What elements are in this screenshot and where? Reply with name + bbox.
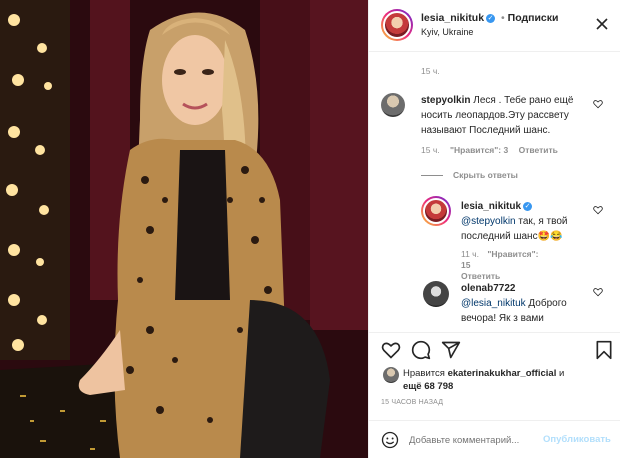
commenter-avatar[interactable]: [381, 93, 405, 117]
action-bar: Нравится ekaterinakukhar_official и ещё …: [369, 332, 620, 427]
author-avatar: [383, 11, 411, 39]
reply-like-icon[interactable]: [593, 205, 603, 215]
comment-text-line3: называют Последний шанс.: [421, 125, 551, 136]
emoji-icon[interactable]: [381, 431, 399, 449]
reply-avatar-ring[interactable]: [421, 196, 451, 226]
reply-text-line2: последний шанс🤩😂: [461, 231, 563, 242]
reply-avatar: [423, 198, 449, 224]
likes-prefix: Нравится: [403, 368, 445, 379]
comment-body: stepyolkin Леся . Тебе рано ещё носить л…: [421, 93, 591, 138]
reply2-username[interactable]: olenab7722: [461, 283, 515, 294]
comment-icon[interactable]: [411, 340, 431, 360]
reply-text-line1: так, я твой: [515, 216, 568, 227]
reply-meta: 11 ч. "Нравится": 15 Ответить: [461, 249, 541, 282]
comments-list: 15 ч. stepyolkin Леся . Тебе рано ещё но…: [369, 53, 620, 330]
author-avatar-ring[interactable]: [381, 9, 413, 41]
reply-reply-button[interactable]: Ответить: [461, 271, 500, 281]
bookmark-icon[interactable]: [595, 340, 613, 360]
heart-icon[interactable]: [381, 340, 401, 360]
reply-time: 11 ч.: [461, 249, 479, 259]
reply2-text-line2: вечора! Як з вами: [461, 313, 544, 324]
comment-input[interactable]: [409, 431, 541, 449]
add-comment-bar: Опубликовать: [369, 420, 620, 458]
comment-text-line1: Леся . Тебе рано ещё: [473, 95, 574, 106]
share-icon[interactable]: [441, 340, 461, 360]
post-location[interactable]: Kyiv, Ukraine: [421, 27, 473, 37]
reply-body: lesia_nikituk ✓ @stepyolkin так, я твой п…: [461, 199, 591, 244]
header-title-row: lesia_nikituk ✓ • Подписки: [421, 12, 558, 24]
commenter-username[interactable]: stepyolkin: [421, 95, 470, 106]
reply2-body: olenab7722 @lesia_nikituk Доброго вечора…: [461, 281, 591, 326]
hide-replies-button[interactable]: Скрыть ответы: [421, 170, 518, 180]
likes-summary: Нравится ekaterinakukhar_official и ещё …: [403, 367, 613, 393]
author-username[interactable]: lesia_nikituk: [421, 12, 484, 24]
verified-icon: ✓: [486, 13, 496, 23]
caption-time: 15 ч.: [421, 66, 440, 76]
more-icon[interactable]: [595, 17, 609, 34]
liker-username[interactable]: ekaterinakukhar_official: [448, 368, 557, 379]
replies-divider: [421, 175, 443, 177]
publish-button[interactable]: Опубликовать: [543, 434, 611, 445]
verified-icon: ✓: [523, 201, 533, 211]
post-panel: lesia_nikituk ✓ • Подписки Kyiv, Ukraine 1…: [368, 0, 620, 458]
separator-dot: •: [500, 12, 505, 24]
hide-replies-label: Скрыть ответы: [453, 170, 518, 180]
liker-avatar[interactable]: [383, 367, 399, 383]
comment-text-line2: носить леопардов.Эту рассвету: [421, 110, 569, 121]
post-header: lesia_nikituk ✓ • Подписки Kyiv, Ukraine: [369, 0, 620, 52]
likes-count[interactable]: ещё 68 798: [403, 381, 453, 392]
reply2-like-icon[interactable]: [593, 287, 603, 297]
post-timestamp: 15 ЧАСОВ НАЗАД: [381, 399, 444, 406]
reply2-text-line1: Доброго: [525, 298, 567, 309]
reply-username[interactable]: lesia_nikituk: [461, 201, 521, 212]
likes-conj: и: [558, 368, 565, 379]
reply2-avatar[interactable]: [423, 281, 449, 307]
reply-button[interactable]: Ответить: [519, 145, 558, 155]
comment-likes[interactable]: "Нравится": 3: [450, 145, 508, 155]
reply2-mention[interactable]: @lesia_nikituk: [461, 298, 526, 309]
reply-mention[interactable]: @stepyolkin: [461, 216, 516, 227]
following-button[interactable]: Подписки: [508, 12, 559, 24]
comment-meta: 15 ч. "Нравится": 3 Ответить: [421, 145, 558, 155]
post-photo[interactable]: [0, 0, 368, 458]
comment-like-icon[interactable]: [593, 99, 603, 109]
comment-time: 15 ч.: [421, 145, 440, 155]
photo-scene: [0, 0, 368, 458]
